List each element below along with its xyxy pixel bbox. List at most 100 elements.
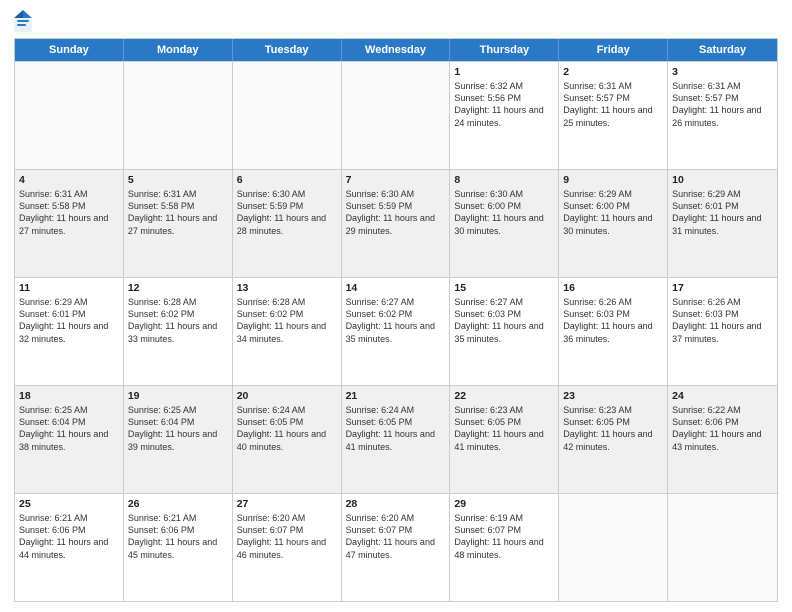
cell-number: 11 <box>19 281 119 295</box>
cell-info: Sunrise: 6:23 AM Sunset: 6:05 PM Dayligh… <box>563 404 663 453</box>
calendar-header-cell: Sunday <box>15 39 124 61</box>
cell-info: Sunrise: 6:22 AM Sunset: 6:06 PM Dayligh… <box>672 404 773 453</box>
calendar-header-cell: Monday <box>124 39 233 61</box>
calendar-row: 11Sunrise: 6:29 AM Sunset: 6:01 PM Dayli… <box>15 277 777 385</box>
cell-number: 25 <box>19 497 119 511</box>
calendar-cell: 11Sunrise: 6:29 AM Sunset: 6:01 PM Dayli… <box>15 278 124 385</box>
cell-info: Sunrise: 6:20 AM Sunset: 6:07 PM Dayligh… <box>237 512 337 561</box>
calendar-cell: 3Sunrise: 6:31 AM Sunset: 5:57 PM Daylig… <box>668 62 777 169</box>
calendar-cell <box>233 62 342 169</box>
calendar-cell: 15Sunrise: 6:27 AM Sunset: 6:03 PM Dayli… <box>450 278 559 385</box>
cell-number: 6 <box>237 173 337 187</box>
cell-number: 19 <box>128 389 228 403</box>
calendar: SundayMondayTuesdayWednesdayThursdayFrid… <box>14 38 778 602</box>
cell-number: 29 <box>454 497 554 511</box>
cell-number: 14 <box>346 281 446 295</box>
cell-number: 27 <box>237 497 337 511</box>
calendar-cell: 2Sunrise: 6:31 AM Sunset: 5:57 PM Daylig… <box>559 62 668 169</box>
calendar-cell: 22Sunrise: 6:23 AM Sunset: 6:05 PM Dayli… <box>450 386 559 493</box>
calendar-cell: 21Sunrise: 6:24 AM Sunset: 6:05 PM Dayli… <box>342 386 451 493</box>
calendar-cell: 5Sunrise: 6:31 AM Sunset: 5:58 PM Daylig… <box>124 170 233 277</box>
cell-number: 24 <box>672 389 773 403</box>
cell-info: Sunrise: 6:31 AM Sunset: 5:57 PM Dayligh… <box>672 80 773 129</box>
logo <box>14 10 36 32</box>
calendar-header-cell: Wednesday <box>342 39 451 61</box>
calendar-cell: 18Sunrise: 6:25 AM Sunset: 6:04 PM Dayli… <box>15 386 124 493</box>
calendar-header-row: SundayMondayTuesdayWednesdayThursdayFrid… <box>15 39 777 61</box>
cell-info: Sunrise: 6:21 AM Sunset: 6:06 PM Dayligh… <box>128 512 228 561</box>
calendar-cell: 24Sunrise: 6:22 AM Sunset: 6:06 PM Dayli… <box>668 386 777 493</box>
cell-number: 17 <box>672 281 773 295</box>
cell-info: Sunrise: 6:24 AM Sunset: 6:05 PM Dayligh… <box>346 404 446 453</box>
cell-info: Sunrise: 6:27 AM Sunset: 6:03 PM Dayligh… <box>454 296 554 345</box>
calendar-cell: 27Sunrise: 6:20 AM Sunset: 6:07 PM Dayli… <box>233 494 342 601</box>
calendar-cell: 26Sunrise: 6:21 AM Sunset: 6:06 PM Dayli… <box>124 494 233 601</box>
calendar-header-cell: Tuesday <box>233 39 342 61</box>
cell-number: 10 <box>672 173 773 187</box>
logo-icon <box>14 10 32 32</box>
cell-info: Sunrise: 6:29 AM Sunset: 6:01 PM Dayligh… <box>19 296 119 345</box>
cell-info: Sunrise: 6:30 AM Sunset: 5:59 PM Dayligh… <box>346 188 446 237</box>
calendar-row: 18Sunrise: 6:25 AM Sunset: 6:04 PM Dayli… <box>15 385 777 493</box>
cell-number: 23 <box>563 389 663 403</box>
calendar-cell: 14Sunrise: 6:27 AM Sunset: 6:02 PM Dayli… <box>342 278 451 385</box>
calendar-cell <box>559 494 668 601</box>
header <box>14 10 778 32</box>
calendar-cell: 29Sunrise: 6:19 AM Sunset: 6:07 PM Dayli… <box>450 494 559 601</box>
cell-number: 20 <box>237 389 337 403</box>
calendar-cell: 9Sunrise: 6:29 AM Sunset: 6:00 PM Daylig… <box>559 170 668 277</box>
cell-info: Sunrise: 6:28 AM Sunset: 6:02 PM Dayligh… <box>237 296 337 345</box>
calendar-cell <box>124 62 233 169</box>
calendar-cell: 10Sunrise: 6:29 AM Sunset: 6:01 PM Dayli… <box>668 170 777 277</box>
cell-info: Sunrise: 6:20 AM Sunset: 6:07 PM Dayligh… <box>346 512 446 561</box>
cell-number: 3 <box>672 65 773 79</box>
cell-info: Sunrise: 6:21 AM Sunset: 6:06 PM Dayligh… <box>19 512 119 561</box>
cell-number: 7 <box>346 173 446 187</box>
calendar-cell: 25Sunrise: 6:21 AM Sunset: 6:06 PM Dayli… <box>15 494 124 601</box>
calendar-cell: 12Sunrise: 6:28 AM Sunset: 6:02 PM Dayli… <box>124 278 233 385</box>
cell-info: Sunrise: 6:31 AM Sunset: 5:57 PM Dayligh… <box>563 80 663 129</box>
calendar-cell: 28Sunrise: 6:20 AM Sunset: 6:07 PM Dayli… <box>342 494 451 601</box>
cell-info: Sunrise: 6:25 AM Sunset: 6:04 PM Dayligh… <box>19 404 119 453</box>
cell-number: 15 <box>454 281 554 295</box>
calendar-cell: 23Sunrise: 6:23 AM Sunset: 6:05 PM Dayli… <box>559 386 668 493</box>
cell-info: Sunrise: 6:24 AM Sunset: 6:05 PM Dayligh… <box>237 404 337 453</box>
calendar-row: 25Sunrise: 6:21 AM Sunset: 6:06 PM Dayli… <box>15 493 777 601</box>
cell-info: Sunrise: 6:30 AM Sunset: 5:59 PM Dayligh… <box>237 188 337 237</box>
cell-number: 5 <box>128 173 228 187</box>
calendar-cell <box>15 62 124 169</box>
cell-info: Sunrise: 6:28 AM Sunset: 6:02 PM Dayligh… <box>128 296 228 345</box>
cell-info: Sunrise: 6:25 AM Sunset: 6:04 PM Dayligh… <box>128 404 228 453</box>
cell-number: 26 <box>128 497 228 511</box>
cell-number: 22 <box>454 389 554 403</box>
cell-info: Sunrise: 6:31 AM Sunset: 5:58 PM Dayligh… <box>19 188 119 237</box>
cell-number: 1 <box>454 65 554 79</box>
cell-info: Sunrise: 6:23 AM Sunset: 6:05 PM Dayligh… <box>454 404 554 453</box>
calendar-cell <box>342 62 451 169</box>
calendar-header-cell: Friday <box>559 39 668 61</box>
calendar-cell: 19Sunrise: 6:25 AM Sunset: 6:04 PM Dayli… <box>124 386 233 493</box>
cell-info: Sunrise: 6:29 AM Sunset: 6:00 PM Dayligh… <box>563 188 663 237</box>
cell-info: Sunrise: 6:29 AM Sunset: 6:01 PM Dayligh… <box>672 188 773 237</box>
cell-number: 9 <box>563 173 663 187</box>
cell-number: 13 <box>237 281 337 295</box>
calendar-body: 1Sunrise: 6:32 AM Sunset: 5:56 PM Daylig… <box>15 61 777 601</box>
calendar-cell: 13Sunrise: 6:28 AM Sunset: 6:02 PM Dayli… <box>233 278 342 385</box>
cell-number: 12 <box>128 281 228 295</box>
cell-info: Sunrise: 6:31 AM Sunset: 5:58 PM Dayligh… <box>128 188 228 237</box>
cell-number: 2 <box>563 65 663 79</box>
cell-number: 21 <box>346 389 446 403</box>
cell-info: Sunrise: 6:26 AM Sunset: 6:03 PM Dayligh… <box>563 296 663 345</box>
calendar-cell: 7Sunrise: 6:30 AM Sunset: 5:59 PM Daylig… <box>342 170 451 277</box>
calendar-row: 4Sunrise: 6:31 AM Sunset: 5:58 PM Daylig… <box>15 169 777 277</box>
calendar-row: 1Sunrise: 6:32 AM Sunset: 5:56 PM Daylig… <box>15 61 777 169</box>
cell-number: 8 <box>454 173 554 187</box>
cell-number: 28 <box>346 497 446 511</box>
calendar-cell: 8Sunrise: 6:30 AM Sunset: 6:00 PM Daylig… <box>450 170 559 277</box>
calendar-cell: 20Sunrise: 6:24 AM Sunset: 6:05 PM Dayli… <box>233 386 342 493</box>
calendar-cell: 16Sunrise: 6:26 AM Sunset: 6:03 PM Dayli… <box>559 278 668 385</box>
cell-info: Sunrise: 6:32 AM Sunset: 5:56 PM Dayligh… <box>454 80 554 129</box>
cell-number: 18 <box>19 389 119 403</box>
calendar-header-cell: Thursday <box>450 39 559 61</box>
cell-info: Sunrise: 6:19 AM Sunset: 6:07 PM Dayligh… <box>454 512 554 561</box>
